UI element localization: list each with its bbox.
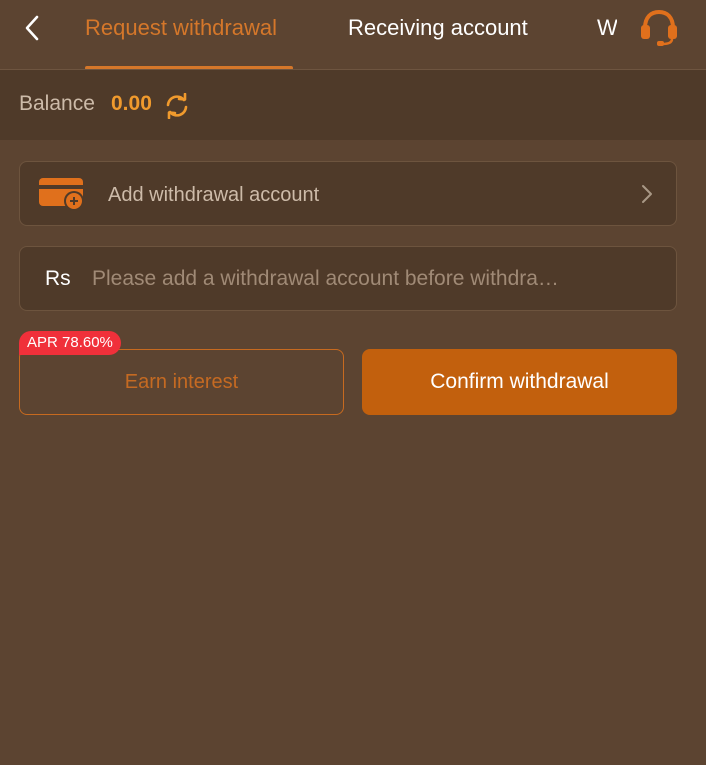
top-nav-bar: Request withdrawal Receiving account W — [0, 0, 706, 70]
tab-receiving-account[interactable]: Receiving account — [348, 0, 528, 69]
balance-value: 0.00 — [111, 92, 152, 115]
wallet-add-icon — [39, 178, 84, 211]
tab-request-withdrawal[interactable]: Request withdrawal — [85, 0, 277, 69]
add-withdrawal-account-row[interactable]: Add withdrawal account — [19, 161, 677, 226]
confirm-withdrawal-button[interactable]: Confirm withdrawal — [362, 349, 677, 415]
withdrawal-amount-field: Rs — [19, 246, 677, 311]
amount-input[interactable] — [92, 261, 652, 297]
chevron-right-icon — [642, 185, 652, 203]
chevron-left-icon — [25, 15, 39, 41]
apr-badge: APR 78.60% — [19, 331, 121, 355]
refresh-icon[interactable] — [164, 93, 190, 119]
currency-label: Rs — [45, 267, 71, 290]
balance-bar: Balance 0.00 — [0, 70, 706, 140]
balance-label: Balance — [19, 92, 95, 115]
add-account-label: Add withdrawal account — [108, 184, 320, 206]
headset-icon — [641, 9, 677, 46]
customer-support-button[interactable] — [636, 6, 682, 48]
earn-interest-button[interactable]: Earn interest — [19, 349, 344, 415]
tab-withdrawal-record[interactable]: W — [597, 0, 617, 69]
back-button[interactable] — [16, 10, 48, 46]
